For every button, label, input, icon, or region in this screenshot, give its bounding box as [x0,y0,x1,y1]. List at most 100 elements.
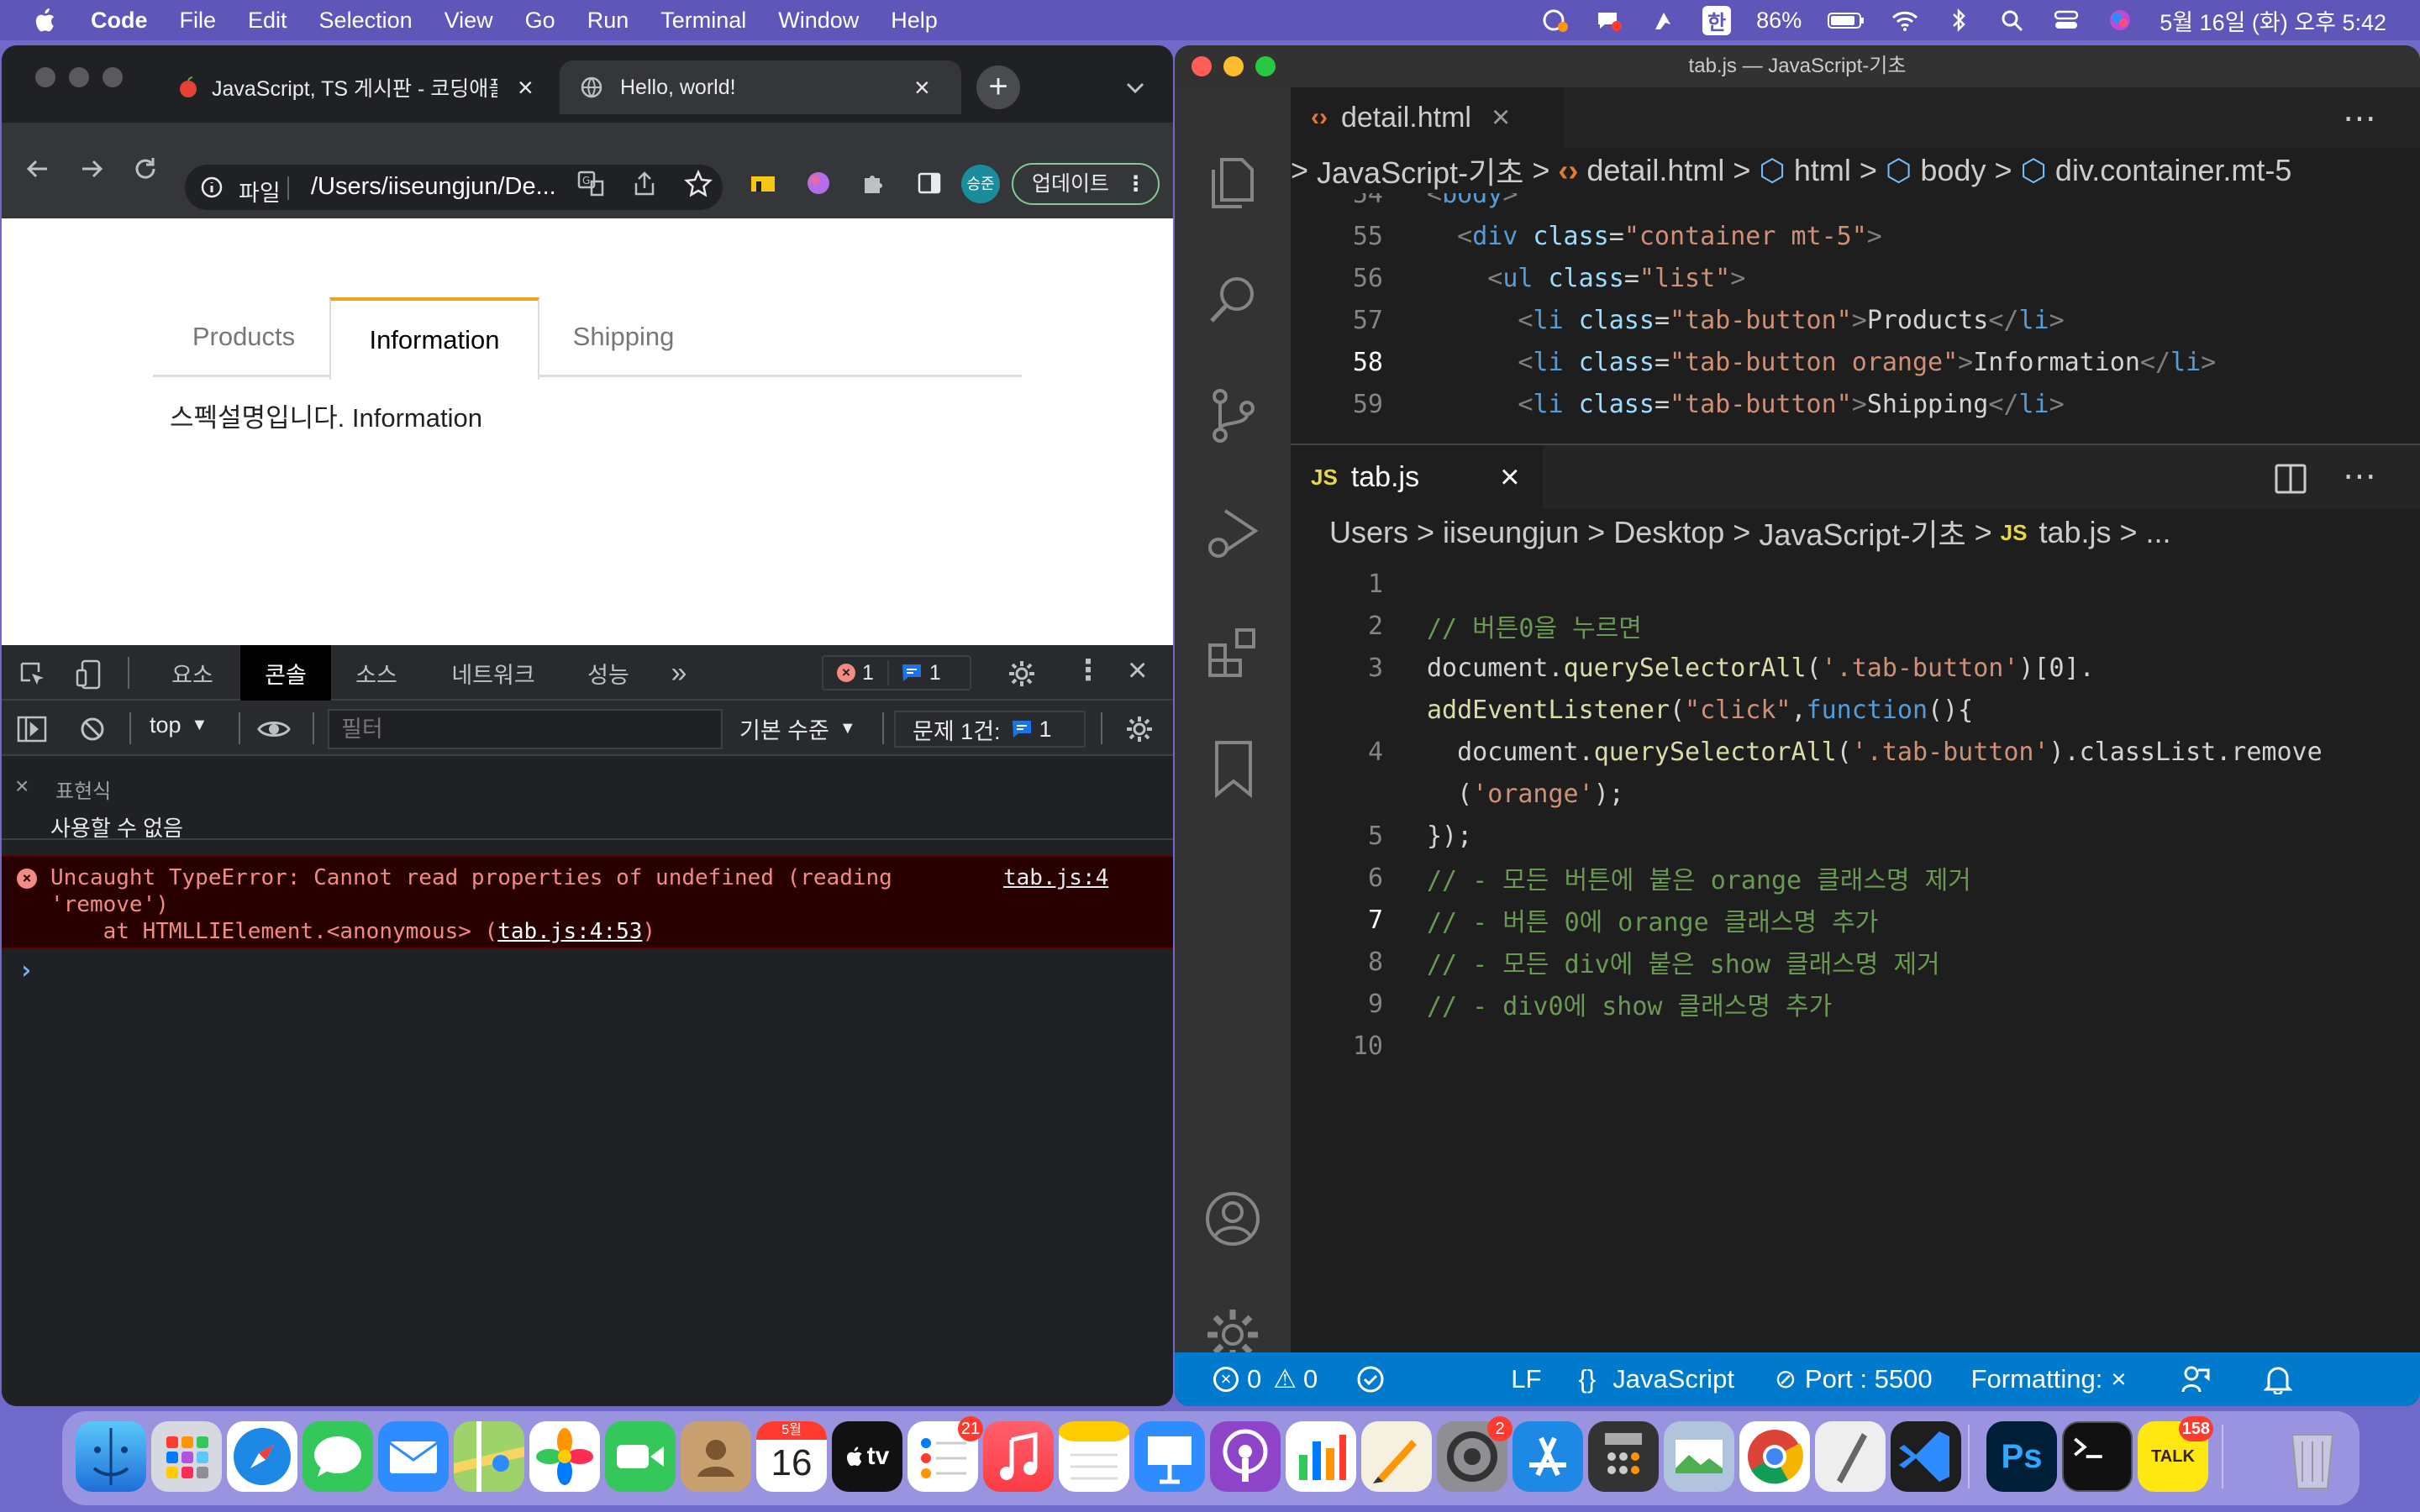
log-level-selector[interactable]: 기본 수준 ▼ [739,712,856,745]
status-eol[interactable]: LF [1511,1364,1541,1394]
chrome-icon[interactable] [1739,1421,1810,1492]
podcasts-icon[interactable] [1210,1421,1281,1492]
notifications-bell-icon[interactable] [2264,1364,2293,1394]
code-line[interactable]: 5}); [1291,815,2420,857]
address-url[interactable]: /Users/iiseungjun/De... [311,173,556,201]
spotlight-search-icon[interactable] [1998,8,2027,33]
terminal-icon[interactable] [2062,1421,2133,1492]
breadcrumb-item[interactable]: Users [1329,515,1408,550]
code-line[interactable]: 3 document.querySelectorAll('.tab-button'… [1291,647,2420,689]
error-source-link[interactable]: tab.js:4 [1003,865,1108,890]
search-icon[interactable] [1203,270,1262,329]
issues-button[interactable]: 문제 1건: 1 [894,711,1086,748]
calculator-icon[interactable] [1588,1421,1659,1492]
devtools-tab-elements[interactable]: 요소 [148,645,237,701]
code-line[interactable]: ('orange'); [1291,773,2420,815]
mail-icon[interactable] [378,1421,449,1492]
devtools-counters[interactable]: × 1 1 [822,655,971,690]
code-line[interactable]: 6 // - 모든 버튼에 붙은 orange 클래스명 제거 [1291,857,2420,899]
code-line[interactable]: 54 <body> [1291,193,2420,215]
device-toolbar-icon[interactable] [76,659,104,690]
reload-icon[interactable] [131,155,160,183]
photoshop-icon[interactable]: Ps [1986,1421,2057,1492]
menu-view[interactable]: View [445,8,493,34]
siri-icon[interactable] [2106,8,2134,33]
devtools-more-tabs[interactable]: » [662,645,696,701]
account-icon[interactable] [1203,1189,1262,1248]
split-editor-icon[interactable] [2274,462,2307,496]
status-live-server-port[interactable]: Port : 5500 [1805,1364,1933,1394]
creative-cloud-icon[interactable] [1541,8,1570,33]
calendar-icon[interactable]: 5월 16 [756,1421,827,1492]
trash-icon[interactable] [2277,1421,2348,1492]
messages-icon[interactable] [302,1421,373,1492]
breadcrumb-item[interactable]: detail.html [1586,153,1724,188]
python-launcher-icon[interactable] [1649,8,1677,33]
control-center-icon[interactable] [2052,8,2081,33]
editor-tab-detail-html[interactable]: ‹› detail.html × [1291,87,1565,148]
inspect-element-icon[interactable] [18,660,47,689]
vscode-close-button[interactable] [1192,56,1212,76]
devtools-close-icon[interactable]: × [1128,652,1147,690]
code-line[interactable]: 9 // - div0에 show 클래스명 추가 [1291,983,2420,1025]
keynote-icon[interactable] [1134,1421,1205,1492]
console-filter-input[interactable] [328,709,723,749]
chat-status-icon[interactable] [1595,8,1623,33]
devtools-settings-gear-icon[interactable] [1007,659,1037,689]
extension-color-icon[interactable] [805,170,832,197]
window-minimize-button[interactable] [69,67,89,87]
apple-icon[interactable] [34,6,59,34]
browser-tab-hello-world[interactable]: Hello, world! × [560,60,961,114]
code-line[interactable]: 58 <li class="tab-button orange">Informa… [1291,341,2420,383]
breadcrumb-item[interactable]: Desktop [1613,515,1724,550]
page-tab-information[interactable]: Information [329,297,539,380]
live-share-check-icon[interactable] [1356,1365,1385,1394]
bluetooth-icon[interactable] [1944,8,1973,33]
menu-go[interactable]: Go [525,8,555,34]
live-expression-eye-icon[interactable] [257,717,291,741]
input-method-indicator[interactable]: 한 [1702,5,1732,35]
context-selector[interactable]: top ▼ [150,712,208,738]
tab-close-icon[interactable]: × [518,72,534,103]
vscode-minimize-button[interactable] [1223,56,1244,76]
tab-close-icon[interactable]: × [914,72,930,103]
status-problems[interactable]: × 0 ⚠ 0 [1213,1364,1318,1394]
status-formatting[interactable]: Formatting: [1971,1364,2103,1394]
profile-avatar[interactable]: 승준 [961,165,1000,203]
explorer-files-icon[interactable] [1203,153,1262,212]
menu-terminal[interactable]: Terminal [660,8,746,34]
facetime-icon[interactable] [605,1421,676,1492]
kakaotalk-icon[interactable]: TALK 158 [2138,1416,2213,1492]
page-tab-products[interactable]: Products [156,297,331,376]
code-line[interactable]: addEventListener("click",function(){ [1291,689,2420,731]
source-control-icon[interactable] [1203,386,1262,445]
finder-icon[interactable] [76,1421,146,1492]
feedback-icon[interactable] [2180,1363,2212,1395]
breadcrumb-item[interactable]: iiseungjun [1443,515,1579,550]
menu-run[interactable]: Run [587,8,629,34]
editor-tab-close-icon[interactable]: × [1500,459,1519,496]
code-line[interactable]: 10 [1291,1025,2420,1067]
console-prompt[interactable]: › [18,956,34,985]
vscode-dock-icon[interactable] [1891,1421,1961,1492]
menu-edit[interactable]: Edit [248,8,287,34]
show-sidebar-icon[interactable] [17,716,47,743]
contacts-icon[interactable] [681,1421,751,1492]
run-debug-icon[interactable] [1203,504,1262,563]
numbers-icon[interactable] [1286,1421,1356,1492]
update-button[interactable]: 업데이트 ⋮ [1012,163,1160,205]
pages-icon[interactable] [1361,1421,1432,1492]
code-line[interactable]: 2 // 버튼0을 누르면 [1291,605,2420,647]
maps-icon[interactable] [454,1421,524,1492]
system-settings-icon[interactable]: 2 [1437,1416,1512,1492]
menu-window[interactable]: Window [778,8,859,34]
breadcrumb-item[interactable]: ... [2146,515,2171,550]
window-zoom-button[interactable] [103,67,123,87]
safari-icon[interactable] [227,1421,297,1492]
breadcrumb-item[interactable]: html [1794,153,1851,188]
menu-app-name[interactable]: Code [91,8,148,34]
bookmark-star-icon[interactable] [684,170,713,198]
breadcrumb-item[interactable]: JavaScript-기초 [1759,511,1965,554]
bookmark-icon[interactable] [1208,739,1259,798]
photos-icon[interactable] [529,1421,600,1492]
